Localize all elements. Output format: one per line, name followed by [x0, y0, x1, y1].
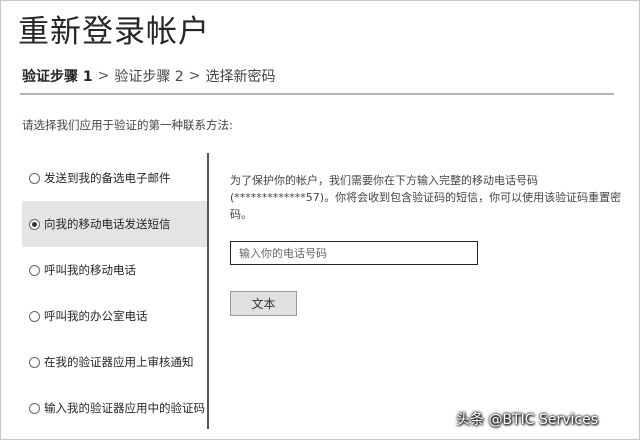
method-alternate-email[interactable]: 发送到我的备选电子邮件 — [22, 155, 208, 201]
step-2: 验证步骤 2 — [114, 69, 184, 85]
phone-number-input[interactable] — [230, 241, 478, 265]
watermark: 头条 @BTIC Services — [456, 412, 598, 428]
radio-button-icon[interactable] — [29, 356, 40, 368]
radio-button-icon[interactable] — [29, 172, 40, 184]
step-separator: > — [97, 68, 110, 84]
send-text-button[interactable]: 文本 — [230, 291, 297, 316]
method-label: 发送到我的备选电子邮件 — [44, 171, 171, 185]
radio-button-icon[interactable] — [29, 310, 40, 322]
method-authenticator-code[interactable]: 输入我的验证器应用中的验证码 — [22, 385, 208, 431]
description-line-1: 为了保护你的帐户，我们需要你在下方输入完整的移动电话号码 — [230, 174, 538, 187]
radio-button-icon[interactable] — [29, 264, 40, 276]
method-description: 为了保护你的帐户，我们需要你在下方输入完整的移动电话号码 (**********… — [230, 172, 632, 223]
method-label: 呼叫我的移动电话 — [44, 263, 136, 277]
step-3: 选择新密码 — [205, 69, 276, 85]
method-text-mobile[interactable]: 向我的移动电话发送短信 — [22, 201, 208, 247]
method-call-office[interactable]: 呼叫我的办公室电话 — [22, 293, 208, 339]
description-line-2: (*************57)。你将会收到包含验证码的短信，你可以使用该验证… — [230, 191, 622, 221]
step-1-current: 验证步骤 1 — [22, 69, 93, 85]
vertical-divider — [207, 153, 209, 429]
method-call-mobile[interactable]: 呼叫我的移动电话 — [22, 247, 208, 293]
method-label: 呼叫我的办公室电话 — [44, 309, 148, 323]
contact-method-list: 发送到我的备选电子邮件 向我的移动电话发送短信 呼叫我的移动电话 呼叫我的办公室… — [22, 153, 208, 429]
radio-button-icon[interactable] — [29, 402, 40, 414]
radio-button-selected-icon[interactable] — [29, 218, 40, 230]
step-breadcrumb: 验证步骤 1 > 验证步骤 2 > 选择新密码 — [22, 66, 275, 86]
instruction-text: 请选择我们应用于验证的第一种联系方法: — [22, 118, 233, 132]
step-separator: > — [188, 68, 201, 84]
method-authenticator-notification[interactable]: 在我的验证器应用上审核通知 — [22, 339, 208, 385]
method-label: 在我的验证器应用上审核通知 — [44, 355, 194, 369]
method-label: 向我的移动电话发送短信 — [44, 217, 171, 231]
step-divider — [20, 93, 614, 95]
method-label: 输入我的验证器应用中的验证码 — [44, 401, 205, 415]
page-title: 重新登录帐户 — [18, 14, 210, 50]
